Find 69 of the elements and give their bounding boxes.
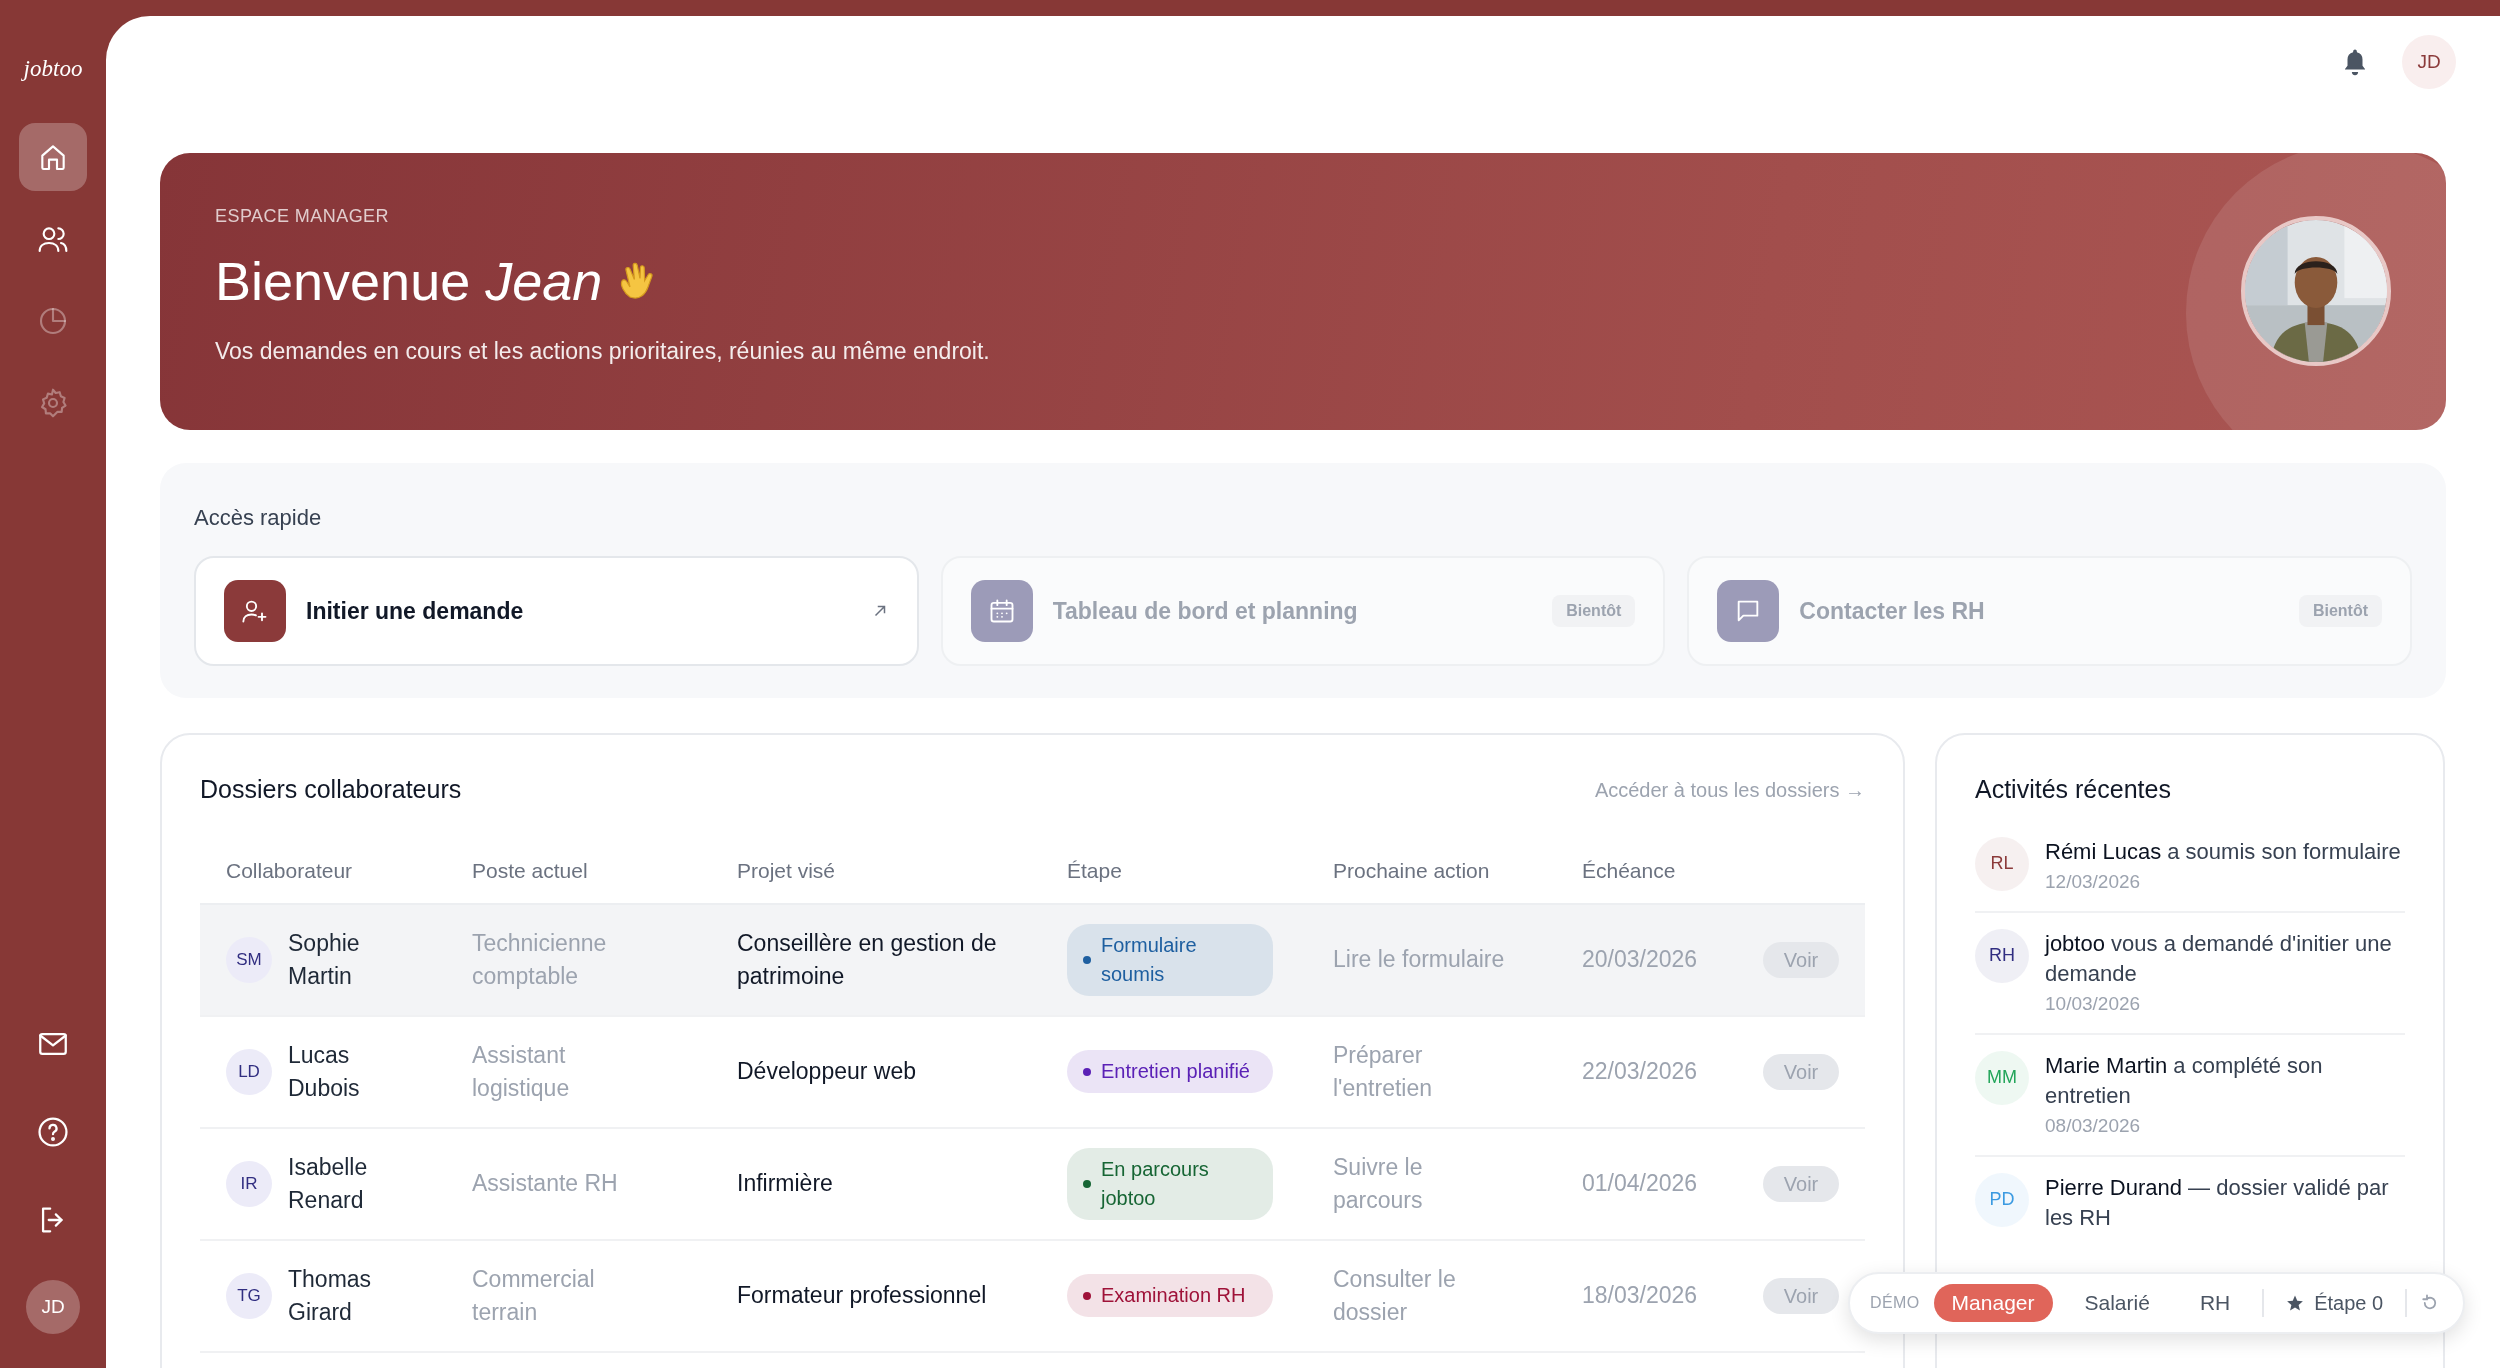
initials-avatar: IR [226, 1160, 272, 1207]
card-label: Initier une demande [306, 596, 525, 626]
user-avatar[interactable]: JD [26, 1280, 80, 1334]
activity-text: Rémi Lucas a soumis son formulaire [2045, 837, 2401, 866]
stage-tag: Formulaire soumis [1067, 923, 1273, 996]
section-title: Accès rapide [194, 504, 323, 532]
role-button[interactable]: RH [2181, 1284, 2249, 1322]
column-header: Échéance [1582, 857, 1677, 884]
welcome-title: Bienvenue Jean [215, 250, 603, 313]
coming-soon-badge: Bientôt [1552, 595, 1636, 627]
table-cell-text: Formateur professionnel [737, 1281, 988, 1310]
column-header: Collaborateur [226, 857, 354, 884]
star-icon [2286, 1294, 2305, 1312]
card-title: Dossiers collaborateurs [200, 774, 462, 805]
table-cell-text: Commercial terrain [472, 1264, 596, 1327]
table-cell-text: Développeur web [737, 1057, 917, 1086]
help-icon [36, 1115, 70, 1149]
role-button[interactable]: Salarié [2066, 1284, 2168, 1322]
coming-soon-badge: Bientôt [2298, 595, 2382, 627]
table-cell-text: 20/03/2026 [1582, 945, 1699, 975]
table-cell-text: Infirmière [737, 1169, 834, 1198]
initials-avatar: PD [1975, 1172, 2029, 1227]
stage-tag: Examination RH [1067, 1274, 1273, 1317]
table-cell-text: Consulter le dossier [1333, 1264, 1457, 1327]
card-label: Contacter les RH [1799, 596, 1986, 626]
activity-text: jobtoo vous a demandé d'initier une demande [2045, 929, 2393, 988]
table-cell-text: Assistante RH [472, 1169, 619, 1198]
stage-tag: Entretien planifié [1067, 1050, 1273, 1093]
column-header: Projet visé [737, 857, 837, 884]
initials-avatar: LD [226, 1048, 272, 1095]
initials-avatar: RH [1975, 928, 2029, 983]
table-cell-text: 18/03/2026 [1582, 1281, 1699, 1311]
card-label: Tableau de bord et planning [1052, 596, 1359, 626]
quick-access-card[interactable]: Initier une demande [194, 556, 919, 666]
logo[interactable]: jobtoo [23, 52, 83, 87]
card-title: Activités récentes [1975, 774, 2172, 805]
employee-name: Thomas Girard [288, 1264, 373, 1327]
table-cell-text: Lire le formulaire [1333, 945, 1506, 974]
initials-avatar: RL [1975, 836, 2029, 891]
activity-text: Marie Martin a complété son entretien [2045, 1051, 2324, 1110]
banner-eyebrow: ESPACE MANAGER [215, 205, 390, 228]
employee-name: Isabelle Renard [288, 1152, 369, 1215]
initials-avatar: TG [226, 1272, 272, 1319]
activity-date: 10/03/2026 [2045, 991, 2142, 1016]
activity-text: Pierre Durand — dossier validé par les RH [2045, 1173, 2390, 1232]
sidebar-item[interactable] [19, 122, 87, 191]
table-cell-text: 01/04/2026 [1582, 1169, 1699, 1199]
table-cell-text: Assistant logistique [472, 1040, 571, 1103]
user-avatar[interactable]: JD [2402, 35, 2456, 89]
role-button[interactable]: Manager [1933, 1284, 2053, 1322]
table-cell-text: 22/03/2026 [1582, 1057, 1699, 1087]
activity-date: 08/03/2026 [2045, 1113, 2142, 1138]
activity-date: 12/03/2026 [2045, 869, 2142, 894]
table-row[interactable]: SM Sophie Martin Technicienne comptable Conseillère en gestion de patrimoine Formulaire soumis Lire le formulaire 20/03/2026 Voir [200, 904, 1865, 1017]
employee-name: Lucas Dubois [288, 1040, 361, 1103]
stage-tag: En parcours jobtoo [1067, 1147, 1273, 1220]
table-cell-text: Conseillère en gestion de patrimoine [737, 928, 998, 991]
initials-avatar: SM [226, 936, 272, 983]
employee-name: Sophie Martin [288, 928, 361, 991]
demo-label: DÉMO [1870, 1292, 1920, 1313]
table-cell-text: Préparer l'entretien [1333, 1040, 1433, 1103]
column-header: Poste actuel [472, 857, 589, 884]
table-cell-text: Suivre le parcours [1333, 1152, 1424, 1215]
column-header: Étape [1067, 857, 1123, 884]
banner-subtitle: Vos demandes en cours et les actions prioritaires, réunies au même endroit. [215, 337, 991, 366]
step-button[interactable]: Étape 0 [2278, 1288, 2392, 1318]
initials-avatar: MM [1975, 1050, 2029, 1105]
column-header: Prochaine action [1333, 857, 1491, 884]
table-cell-text: Technicienne comptable [472, 928, 608, 991]
